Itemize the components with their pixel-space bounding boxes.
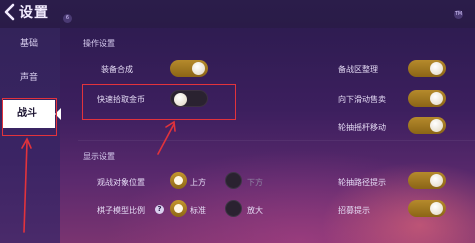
recruit-hint-toggle[interactable] (408, 200, 446, 217)
piece-scale-enlarge-radio[interactable] (225, 200, 242, 217)
toggle-knob (430, 174, 443, 187)
piece-model-scale-label: 棋子模型比例 (97, 206, 145, 215)
toggle-arrow-icon (157, 123, 175, 155)
wheel-joystick-move-label: 轮抽摇杆移动 (338, 123, 386, 132)
wheel-joystick-move-toggle[interactable] (408, 117, 446, 134)
spectate-position-top-radio[interactable] (170, 172, 187, 189)
page-title: 设置 (19, 5, 49, 21)
quick-pickup-highlight-box (82, 84, 236, 120)
section-divider (78, 140, 475, 141)
corner-badge-left: 6 (63, 14, 72, 23)
toggle-knob (430, 119, 443, 132)
spectate-position-top-label: 上方 (190, 178, 206, 187)
equipment-synthesis-toggle[interactable] (170, 60, 208, 77)
spectate-position-bottom-radio[interactable] (225, 172, 242, 189)
toggle-knob (430, 202, 443, 215)
radio-dot (174, 176, 183, 185)
settings-screen: 设置 6 TM 基础 声音 战斗 操作设置 装备合成 快速拾取金币 备战区整理 … (0, 0, 475, 243)
swipe-down-sell-toggle[interactable] (408, 90, 446, 107)
bench-organize-label: 备战区整理 (338, 65, 378, 74)
help-icon[interactable]: ? (155, 205, 164, 214)
section-title-display: 显示设置 (83, 152, 115, 161)
top-bar: 设置 6 TM (0, 0, 475, 28)
toggle-knob (192, 62, 205, 75)
wheel-path-hint-toggle[interactable] (408, 172, 446, 189)
back-arrow-icon[interactable] (2, 3, 18, 21)
piece-scale-standard-label: 标准 (190, 206, 206, 215)
radio-dot (174, 204, 183, 213)
section-title-operation: 操作设置 (83, 39, 115, 48)
sidebar-item-basic[interactable]: 基础 (0, 32, 60, 56)
spectate-position-label: 观战对象位置 (97, 178, 145, 187)
piece-scale-enlarge-label: 放大 (247, 206, 263, 215)
swipe-down-sell-label: 向下滑动售卖 (338, 95, 386, 104)
toggle-knob (430, 92, 443, 105)
corner-badge-right: TM (454, 10, 463, 19)
equipment-synthesis-label: 装备合成 (101, 65, 133, 74)
piece-scale-standard-radio[interactable] (170, 200, 187, 217)
combat-tab-highlight-box (2, 98, 57, 136)
wheel-path-hint-label: 轮抽路径提示 (338, 178, 386, 187)
recruit-hint-label: 招募提示 (338, 206, 370, 215)
bench-organize-toggle[interactable] (408, 60, 446, 77)
spectate-position-bottom-label: 下方 (247, 178, 263, 187)
sidebar-item-sound[interactable]: 声音 (0, 66, 60, 90)
toggle-knob (430, 62, 443, 75)
